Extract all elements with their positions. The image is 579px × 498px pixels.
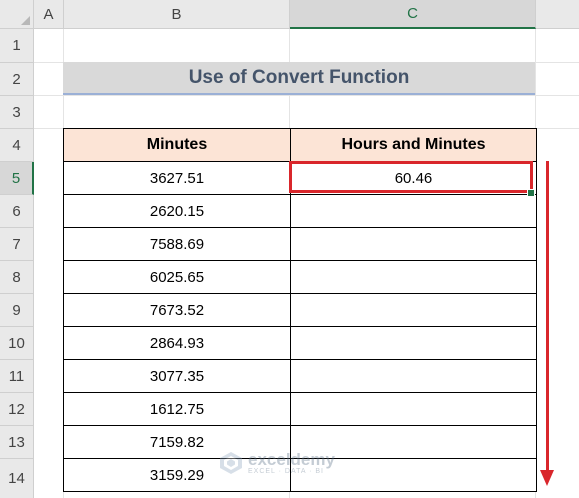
table-row: 1612.75 [63, 392, 537, 426]
column-header-a[interactable]: A [34, 0, 64, 29]
table-row: 2620.15 [63, 194, 537, 228]
fill-handle[interactable] [527, 189, 535, 197]
select-all-corner[interactable] [0, 0, 34, 29]
table-row: 3627.51 60.46 [63, 161, 537, 195]
minutes-cell[interactable]: 6025.65 [63, 260, 291, 294]
row-header-3[interactable]: 3 [0, 96, 34, 129]
minutes-cell[interactable]: 2864.93 [63, 326, 291, 360]
row-header-12[interactable]: 12 [0, 393, 34, 426]
table-row: 7588.69 [63, 227, 537, 261]
hours-minutes-cell[interactable] [290, 359, 537, 393]
data-table: Minutes Hours and Minutes 3627.51 60.46 … [63, 128, 537, 492]
table-row: 7159.82 [63, 425, 537, 459]
minutes-cell[interactable]: 3159.29 [63, 458, 291, 492]
arrow-head-icon [540, 470, 554, 486]
spreadsheet: A B C 1 2 3 4 5 6 7 8 9 10 11 12 13 14 U… [0, 0, 579, 498]
minutes-cell[interactable]: 2620.15 [63, 194, 291, 228]
column-header-next[interactable] [536, 0, 579, 29]
column-header-b[interactable]: B [64, 0, 290, 29]
table-row: 3159.29 [63, 458, 537, 492]
sheet-title: Use of Convert Function [63, 62, 535, 95]
header-minutes[interactable]: Minutes [63, 128, 291, 162]
table-header-row: Minutes Hours and Minutes [63, 128, 537, 162]
fill-down-arrow [546, 161, 549, 471]
hours-minutes-cell[interactable] [290, 425, 537, 459]
row-header-7[interactable]: 7 [0, 228, 34, 261]
hours-minutes-cell[interactable] [290, 293, 537, 327]
header-hours-and-minutes[interactable]: Hours and Minutes [290, 128, 537, 162]
row-header-8[interactable]: 8 [0, 261, 34, 294]
table-row: 2864.93 [63, 326, 537, 360]
minutes-cell[interactable]: 7159.82 [63, 425, 291, 459]
row-header-6[interactable]: 6 [0, 195, 34, 228]
hours-minutes-cell[interactable] [290, 326, 537, 360]
minutes-cell[interactable]: 1612.75 [63, 392, 291, 426]
table-row: 3077.35 [63, 359, 537, 393]
row-header-10[interactable]: 10 [0, 327, 34, 360]
table-row: 6025.65 [63, 260, 537, 294]
row-header-14[interactable]: 14 [0, 459, 34, 498]
hours-minutes-cell[interactable] [290, 227, 537, 261]
minutes-cell[interactable]: 7588.69 [63, 227, 291, 261]
hours-minutes-cell[interactable] [290, 260, 537, 294]
row-header-2[interactable]: 2 [0, 63, 34, 96]
row-header-4[interactable]: 4 [0, 129, 34, 162]
hours-minutes-cell[interactable]: 60.46 [290, 161, 537, 195]
gridline-row-2 [34, 95, 579, 96]
minutes-cell[interactable]: 3627.51 [63, 161, 291, 195]
row-header-9[interactable]: 9 [0, 294, 34, 327]
row-header-13[interactable]: 13 [0, 426, 34, 459]
row-header-1[interactable]: 1 [0, 29, 34, 63]
hours-minutes-cell[interactable] [290, 194, 537, 228]
hours-minutes-cell[interactable] [290, 392, 537, 426]
row-header-11[interactable]: 11 [0, 360, 34, 393]
hours-minutes-cell[interactable] [290, 458, 537, 492]
minutes-cell[interactable]: 7673.52 [63, 293, 291, 327]
minutes-cell[interactable]: 3077.35 [63, 359, 291, 393]
row-header-5[interactable]: 5 [0, 162, 34, 195]
column-header-c[interactable]: C [290, 0, 536, 29]
table-row: 7673.52 [63, 293, 537, 327]
